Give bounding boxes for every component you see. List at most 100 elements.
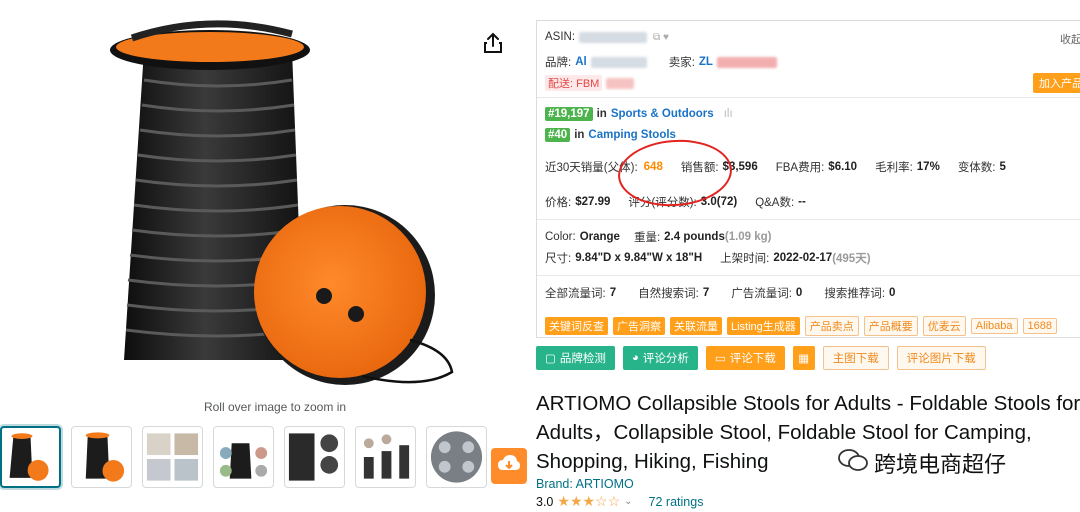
tag-product-summary[interactable]: 产品概要 xyxy=(863,316,918,336)
rank-badge: #19,197 xyxy=(545,107,593,121)
thumbnail[interactable] xyxy=(0,426,61,488)
add-product-button[interactable]: 加入产品 xyxy=(1033,73,1080,93)
cloud-download-icon xyxy=(497,454,521,479)
main-image-download-button[interactable]: 主图下载 xyxy=(822,346,889,370)
delivery-row: 配送: FBM xyxy=(545,75,635,91)
tag-alibaba[interactable]: Alibaba xyxy=(970,318,1018,334)
weight-kg: (1.09 kg) xyxy=(724,231,772,243)
size-value: 9.84"D x 9.84"W x 18"H xyxy=(575,252,703,264)
rating-value: 3.0 xyxy=(536,494,554,509)
qa-value: -- xyxy=(798,196,806,208)
thumbnail[interactable] xyxy=(426,426,487,488)
tag-selling-points[interactable]: 产品卖点 xyxy=(804,316,859,336)
collapse-link[interactable]: 收起 xyxy=(1060,31,1080,47)
thumbnail[interactable] xyxy=(142,426,203,488)
variants-label: 变体数: xyxy=(957,162,996,174)
brand-seller-row: 品牌: Al 卖家: ZL xyxy=(545,54,777,70)
reviews-label: 评分(评分数): xyxy=(628,197,697,209)
action-bar: ▢ 品牌检测 ◕ 评论分析 ▭ 评论下载 ▦ 主图下载 评论图片下载 xyxy=(536,346,986,370)
revenue-label: 销售额: xyxy=(680,162,719,174)
rank-in: in xyxy=(574,129,585,141)
main-product-image[interactable] xyxy=(92,20,472,390)
brand-store-link[interactable]: Brand: ARTIOMO xyxy=(536,477,634,491)
fba-value: $6.10 xyxy=(828,161,858,173)
share-icon xyxy=(483,32,503,59)
brand-check-button[interactable]: ▢ 品牌检测 xyxy=(536,346,615,370)
sales-row: 近30天销量(父体): 648 销售额: $3,596 FBA费用: $6.10… xyxy=(545,159,1006,175)
thumbnail[interactable] xyxy=(71,426,132,488)
calculator-button[interactable]: ▦ xyxy=(792,346,815,370)
tool-tags-row: 关键词反查 广告洞察 关联流量 Listing生成器 产品卖点 产品概要 优麦云… xyxy=(545,316,1062,336)
copy-icon[interactable]: ⧉ ♥ xyxy=(653,32,669,43)
size-listed-row: 尺寸: 9.84"D x 9.84"W x 18"H 上架时间: 2022-02… xyxy=(545,250,871,266)
listed-value: 2022-02-17 xyxy=(773,252,833,264)
variants-value: 5 xyxy=(999,161,1006,173)
tag-ad-insight[interactable]: 广告洞察 xyxy=(613,317,665,335)
rank-row-2: #40 in Camping Stools xyxy=(545,128,676,142)
tag-keyword-reverse[interactable]: 关键词反查 xyxy=(545,317,608,335)
watermark: 跨境电商超仔 xyxy=(838,447,1006,479)
rating-row: 3.0 ★★★☆☆ ⌄ 72 ratings xyxy=(536,493,703,510)
delivery-tag: 配送: FBM xyxy=(545,75,603,91)
traffic-total-label: 全部流量词: xyxy=(545,288,606,300)
cloud-download-button[interactable] xyxy=(491,448,527,484)
margin-label: 毛利率: xyxy=(875,162,913,174)
review-analysis-button[interactable]: ◕ 评论分析 xyxy=(622,346,698,370)
tag-listing-generator[interactable]: Listing生成器 xyxy=(727,317,800,335)
weight-value: 2.4 pounds xyxy=(664,231,725,243)
brand-check-label: 品牌检测 xyxy=(559,353,606,365)
review-image-download-button[interactable]: 评论图片下载 xyxy=(896,346,986,370)
checkbox-icon: ▢ xyxy=(545,353,556,365)
bar-chart-icon[interactable]: ılı xyxy=(724,108,733,120)
seller-label: 卖家: xyxy=(668,57,695,69)
asin-row: ASIN: ⧉ ♥ xyxy=(545,31,669,43)
product-analysis-panel: ASIN: ⧉ ♥ 收起 品牌: Al 卖家: ZL 配送: FBM 加入产品 … xyxy=(536,20,1080,338)
thumbnail[interactable] xyxy=(213,426,274,488)
rank-badge: #40 xyxy=(545,128,571,142)
divider xyxy=(537,97,1080,98)
rank-category-link[interactable]: Sports & Outdoors xyxy=(611,108,714,120)
color-label: Color: xyxy=(545,231,576,243)
review-download-button[interactable]: ▭ 评论下载 xyxy=(705,346,785,370)
review-download-label: 评论下载 xyxy=(729,353,776,365)
share-button[interactable] xyxy=(478,30,508,60)
sales-value: 648 xyxy=(643,161,663,173)
tag-1688[interactable]: 1688 xyxy=(1022,318,1057,334)
weight-label: 重量: xyxy=(633,232,661,244)
thumbnail[interactable] xyxy=(284,426,345,488)
zoom-hint: Roll over image to zoom in xyxy=(203,400,347,414)
thumbnail-strip xyxy=(0,426,487,490)
organic-value: 7 xyxy=(702,287,710,299)
tag-related-traffic[interactable]: 关联流量 xyxy=(670,317,722,335)
rank-category-link[interactable]: Camping Stools xyxy=(588,129,676,141)
organic-label: 自然搜索词: xyxy=(638,288,699,300)
color-weight-row: Color: Orange 重量: 2.4 pounds (1.09 kg) xyxy=(545,229,772,245)
price-value: $27.99 xyxy=(575,196,611,208)
ad-traffic-label: 广告流量词: xyxy=(731,288,792,300)
watermark-text: 跨境电商超仔 xyxy=(874,452,1007,477)
thumbnail[interactable] xyxy=(355,426,416,488)
seller-value[interactable]: ZL xyxy=(699,56,713,68)
traffic-row: 全部流量词: 7 自然搜索词: 7 广告流量词: 0 搜索推荐词: 0 xyxy=(545,285,895,301)
ratings-count-link[interactable]: 72 ratings xyxy=(649,495,704,509)
revenue-value: $3,596 xyxy=(722,161,758,173)
margin-value: 17% xyxy=(916,161,940,173)
sales-label: 近30天销量(父体): xyxy=(545,162,638,174)
asin-value-redacted xyxy=(579,31,648,43)
tag-youmaiyun[interactable]: 优麦云 xyxy=(922,316,966,336)
comment-icon: ▭ xyxy=(714,353,726,365)
star-rating-icon[interactable]: ★★★☆☆ xyxy=(557,493,620,510)
delivery-redacted xyxy=(606,77,635,89)
brand-label: 品牌: xyxy=(545,57,572,69)
price-label: 价格: xyxy=(545,197,572,209)
pie-chart-icon: ◕ xyxy=(631,352,639,364)
chevron-down-icon[interactable]: ⌄ xyxy=(624,496,632,507)
review-analysis-label: 评论分析 xyxy=(642,353,689,365)
wechat-icon xyxy=(838,447,868,479)
calculator-icon: ▦ xyxy=(798,353,810,365)
reviews-value: 3.0(72) xyxy=(700,196,738,208)
listed-label: 上架时间: xyxy=(720,253,770,265)
brand-value[interactable]: Al xyxy=(575,56,587,68)
size-label: 尺寸: xyxy=(545,253,572,265)
product-media: Roll over image to zoom in xyxy=(0,0,527,512)
